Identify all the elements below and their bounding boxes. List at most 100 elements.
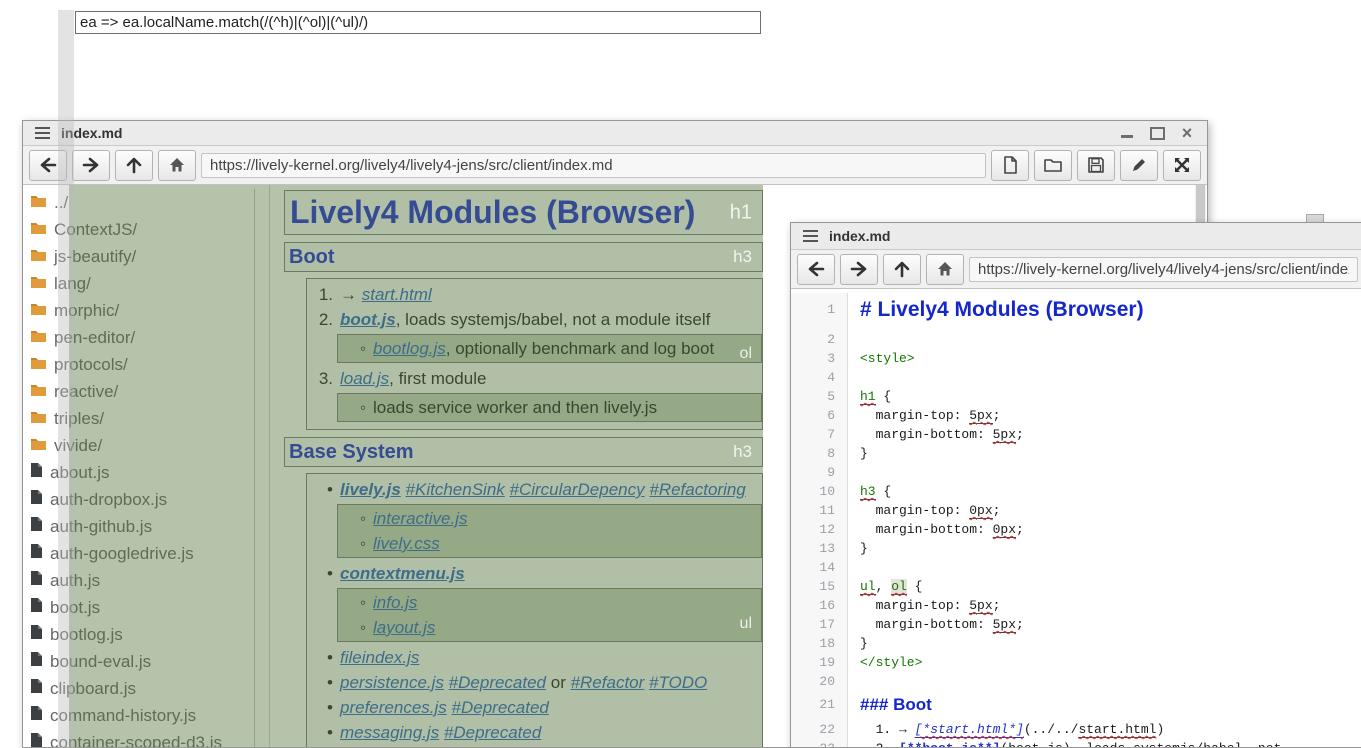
back-button[interactable] (29, 150, 67, 181)
close-icon[interactable]: × (1179, 126, 1195, 140)
tree-item-file[interactable]: auth.js (28, 567, 254, 594)
nested-list-ul: ◦interactive.js◦lively.css (337, 504, 762, 558)
save-button[interactable] (1077, 150, 1115, 181)
tree-item-file[interactable]: about.js (28, 459, 254, 486)
list-marker: ◦ (338, 395, 366, 420)
home-button[interactable] (926, 254, 964, 285)
md-link[interactable]: contextmenu.js (340, 564, 465, 583)
md-link[interactable]: preferences.js (340, 698, 447, 717)
file-tree[interactable]: ../ContextJS/js-beautify/lang/morphic/pe… (28, 189, 255, 747)
md-link[interactable]: #Deprecated (444, 723, 541, 742)
scrollbar-thumb[interactable] (1196, 185, 1205, 223)
tree-item-folder[interactable]: pen-editor/ (28, 324, 254, 351)
line-number: 14 (791, 558, 848, 577)
edit-button[interactable] (1120, 150, 1158, 181)
new-file-button[interactable] (991, 150, 1029, 181)
maximize-icon[interactable] (1149, 126, 1165, 140)
code-text: h1 { (848, 387, 891, 406)
forward-button[interactable] (840, 254, 878, 285)
tree-item-file[interactable]: boot.js (28, 594, 254, 621)
md-link[interactable]: #Refactoring (649, 480, 745, 499)
tree-item-file[interactable]: auth-googledrive.js (28, 540, 254, 567)
window1-titlebar[interactable]: index.md × (23, 121, 1207, 146)
code-line: 19</style> (791, 653, 1361, 672)
window2-titlebar[interactable]: index.md (791, 223, 1361, 250)
expand-arrows-icon (1173, 156, 1191, 174)
tree-item-folder[interactable]: lang/ (28, 270, 254, 297)
tree-item-file[interactable]: auth-github.js (28, 513, 254, 540)
expand-button[interactable] (1163, 150, 1201, 181)
md-link[interactable]: boot.js (340, 310, 396, 329)
up-button[interactable] (883, 254, 921, 285)
folder-icon (30, 193, 47, 213)
md-link[interactable]: #KitchenSink (406, 480, 505, 499)
tree-item-folder[interactable]: vivide/ (28, 432, 254, 459)
forward-arrow-icon (81, 156, 101, 174)
code-text: h3 { (848, 482, 891, 501)
code-editor[interactable]: 1# Lively4 Modules (Browser)23<style>45h… (791, 289, 1361, 747)
md-link[interactable]: #Refactor (571, 673, 645, 692)
md-link[interactable]: #TODO (649, 673, 707, 692)
list-marker: 1. (307, 282, 333, 307)
md-link[interactable]: start.html (362, 285, 432, 304)
pencil-icon (1130, 156, 1148, 174)
md-link[interactable]: interactive.js (373, 509, 467, 528)
code-line: 13} (791, 539, 1361, 558)
code-text: margin-top: 5px; (848, 596, 1000, 615)
md-link[interactable]: lively.css (373, 534, 440, 553)
file-icon (30, 678, 43, 699)
md-link[interactable]: messaging.js (340, 723, 439, 742)
tree-item-folder[interactable]: morphic/ (28, 297, 254, 324)
code-token: ; (1016, 522, 1024, 537)
tree-item-file[interactable]: auth-dropbox.js (28, 486, 254, 513)
window1-url-field[interactable] (201, 153, 986, 178)
tree-item-file[interactable]: bootlog.js (28, 621, 254, 648)
tree-item-file[interactable]: bound-eval.js (28, 648, 254, 675)
tree-item-label: morphic/ (54, 301, 119, 321)
tree-item-folder[interactable]: protocols/ (28, 351, 254, 378)
element-filter-input[interactable] (75, 11, 761, 34)
md-link[interactable]: #Deprecated (452, 698, 549, 717)
list-marker: • (307, 561, 333, 586)
code-line: 8} (791, 444, 1361, 463)
list-ol: 1.→ start.html2.boot.js, loads systemjs/… (306, 278, 763, 430)
up-button[interactable] (115, 150, 153, 181)
md-link[interactable]: load.js (340, 369, 389, 388)
back-button[interactable] (797, 254, 835, 285)
folder-icon (30, 409, 47, 429)
md-link[interactable]: persistence.js (340, 673, 444, 692)
tree-item-folder[interactable]: triples/ (28, 405, 254, 432)
home-button[interactable] (158, 150, 196, 181)
line-number: 2 (791, 330, 848, 349)
md-link[interactable]: bootlog.js (373, 339, 446, 358)
folder-icon (30, 274, 47, 294)
menu-icon[interactable] (797, 230, 823, 242)
code-token: 0px (993, 522, 1016, 538)
window2-url-field[interactable] (969, 257, 1358, 282)
md-link[interactable]: #CircularDepency (510, 480, 645, 499)
tree-item-folder[interactable]: reactive/ (28, 378, 254, 405)
forward-button[interactable] (72, 150, 110, 181)
md-link[interactable]: info.js (373, 593, 417, 612)
tree-item-file[interactable]: clipboard.js (28, 675, 254, 702)
folder-icon (30, 328, 47, 348)
tree-item-label: auth-dropbox.js (50, 490, 167, 510)
md-link[interactable]: #Deprecated (449, 673, 546, 692)
menu-icon[interactable] (29, 127, 55, 139)
code-line: 14 (791, 558, 1361, 577)
md-link[interactable]: lively.js (340, 480, 401, 499)
code-line: 6 margin-top: 5px; (791, 406, 1361, 425)
open-folder-button[interactable] (1034, 150, 1072, 181)
minimize-icon[interactable] (1119, 126, 1135, 140)
tree-item-folder[interactable]: ContextJS/ (28, 216, 254, 243)
heading-text: Boot (285, 243, 762, 271)
window2-title: index.md (829, 228, 890, 244)
tree-item-file[interactable]: command-history.js (28, 702, 254, 729)
tree-item-folder[interactable]: ../ (28, 189, 254, 216)
md-link[interactable]: fileindex.js (340, 648, 419, 667)
tree-item-folder[interactable]: js-beautify/ (28, 243, 254, 270)
tree-item-file[interactable]: container-scoped-d3.js (28, 729, 254, 747)
list-item: 3.load.js, first module (307, 366, 762, 391)
md-link[interactable]: layout.js (373, 618, 435, 637)
code-text: } (848, 444, 868, 463)
